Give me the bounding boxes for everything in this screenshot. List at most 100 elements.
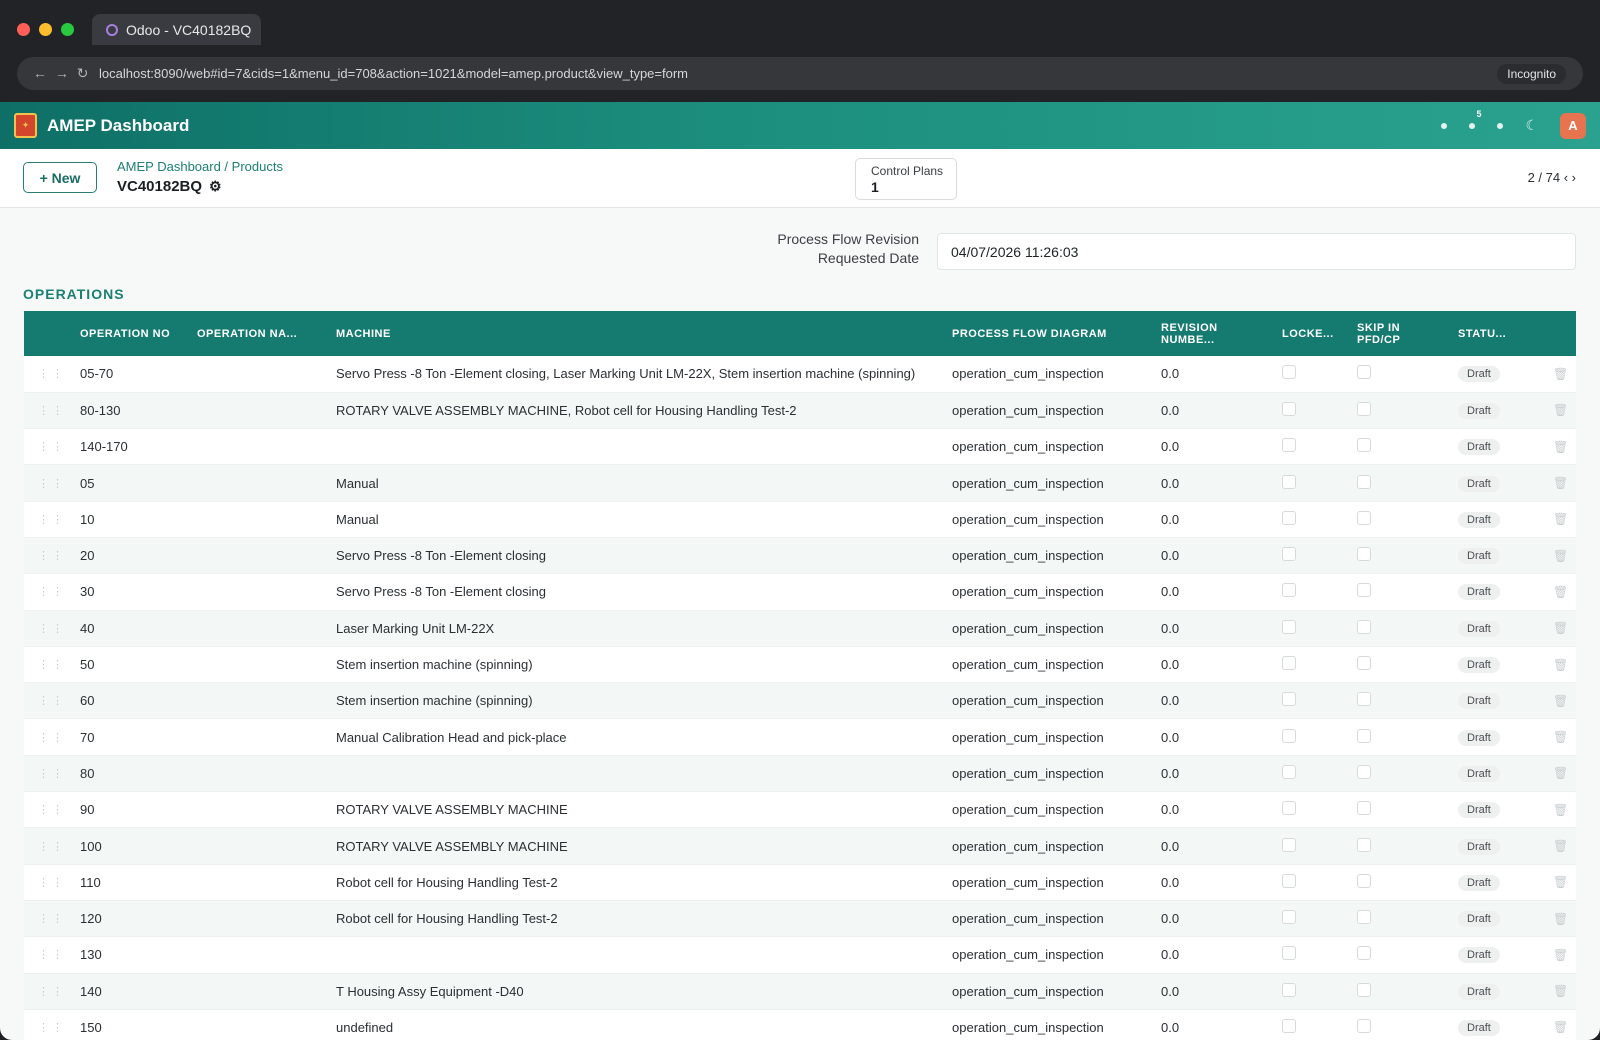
table-row[interactable]: ⋮⋮ 100 ROTARY VALVE ASSEMBLY MACHINE operat…: [24, 827, 1576, 865]
brand-title[interactable]: AMEP Dashboard: [47, 116, 189, 136]
drag-handle-icon[interactable]: ⋮⋮: [24, 573, 80, 611]
drag-handle-icon[interactable]: ⋮⋮: [24, 646, 80, 684]
header-locked[interactable]: LOCKE...: [1282, 311, 1357, 356]
drag-handle-icon[interactable]: ⋮⋮: [24, 755, 80, 793]
maximize-window-button[interactable]: [61, 23, 74, 36]
trash-icon[interactable]: 🗑: [1543, 973, 1576, 1010]
skip-checkbox[interactable]: [1357, 692, 1371, 707]
skip-checkbox[interactable]: [1357, 619, 1371, 634]
cell-machine[interactable]: Stem insertion machine (spinning): [336, 646, 952, 684]
header-machine[interactable]: MACHINE: [336, 311, 952, 356]
trash-icon[interactable]: 🗑: [1543, 646, 1576, 684]
drag-handle-icon[interactable]: ⋮⋮: [24, 900, 80, 938]
table-row[interactable]: ⋮⋮ 40 Laser Marking Unit LM-22X operation_c…: [24, 610, 1576, 647]
header-process-flow-diagram[interactable]: PROCESS FLOW DIAGRAM: [952, 311, 1161, 356]
locked-checkbox[interactable]: [1282, 873, 1296, 888]
cell-operation-name[interactable]: [197, 718, 336, 756]
trash-icon[interactable]: 🗑: [1543, 392, 1576, 430]
cell-process-flow-diagram[interactable]: operation_cum_inspection: [952, 573, 1161, 611]
cell-revision-number[interactable]: 0.0: [1161, 464, 1282, 502]
cell-revision-number[interactable]: 0.0: [1161, 973, 1282, 1010]
trash-icon[interactable]: 🗑: [1543, 573, 1576, 611]
locked-checkbox[interactable]: [1282, 583, 1296, 598]
locked-checkbox[interactable]: [1282, 801, 1296, 816]
cell-revision-number[interactable]: 0.0: [1161, 537, 1282, 575]
cell-operation-name[interactable]: [197, 573, 336, 611]
cell-operation-name[interactable]: [197, 537, 336, 575]
cell-operation-name[interactable]: [197, 392, 336, 430]
skip-checkbox[interactable]: [1357, 547, 1371, 562]
cell-machine[interactable]: Servo Press -8 Ton -Element closing, Las…: [336, 356, 952, 393]
table-row[interactable]: ⋮⋮ 140-170 operation_cum_inspection 0.0 Draf…: [24, 428, 1576, 466]
skip-checkbox[interactable]: [1357, 982, 1371, 997]
cell-operation-name[interactable]: [197, 900, 336, 938]
systray-dot-icon[interactable]: [1441, 122, 1448, 129]
locked-checkbox[interactable]: [1282, 946, 1296, 961]
cell-operation-no[interactable]: 130: [80, 936, 197, 974]
trash-icon[interactable]: 🗑: [1543, 718, 1576, 756]
trash-icon[interactable]: 🗑: [1543, 936, 1576, 974]
cell-operation-name[interactable]: [197, 610, 336, 647]
cell-revision-number[interactable]: 0.0: [1161, 900, 1282, 938]
skip-checkbox[interactable]: [1357, 474, 1371, 489]
skip-checkbox[interactable]: [1357, 728, 1371, 743]
header-revision-number[interactable]: REVISION NUMBE...: [1161, 311, 1282, 356]
cell-process-flow-diagram[interactable]: operation_cum_inspection: [952, 392, 1161, 430]
cell-operation-no[interactable]: 05: [80, 464, 197, 502]
locked-checkbox[interactable]: [1282, 401, 1296, 416]
control-plans-smart-button[interactable]: Control Plans 1: [855, 158, 957, 200]
cell-revision-number[interactable]: 0.0: [1161, 682, 1282, 720]
skip-checkbox[interactable]: [1357, 837, 1371, 852]
table-row[interactable]: ⋮⋮ 110 Robot cell for Housing Handling Tes…: [24, 864, 1576, 901]
cell-machine[interactable]: Manual: [336, 464, 952, 502]
cell-operation-name[interactable]: [197, 646, 336, 684]
table-row[interactable]: ⋮⋮ 140 T Housing Assy Equipment -D40 operat…: [24, 973, 1576, 1010]
cell-machine[interactable]: Manual: [336, 501, 952, 538]
locked-checkbox[interactable]: [1282, 510, 1296, 525]
drag-handle-icon[interactable]: ⋮⋮: [24, 864, 80, 901]
cell-machine[interactable]: ROTARY VALVE ASSEMBLY MACHINE: [336, 791, 952, 829]
skip-checkbox[interactable]: [1357, 401, 1371, 416]
cell-machine[interactable]: Robot cell for Housing Handling Test-2: [336, 864, 952, 901]
cell-operation-name[interactable]: [197, 864, 336, 901]
cell-revision-number[interactable]: 0.0: [1161, 646, 1282, 684]
cell-process-flow-diagram[interactable]: operation_cum_inspection: [952, 900, 1161, 938]
cell-process-flow-diagram[interactable]: operation_cum_inspection: [952, 537, 1161, 575]
drag-handle-icon[interactable]: ⋮⋮: [24, 610, 80, 647]
cell-process-flow-diagram[interactable]: operation_cum_inspection: [952, 755, 1161, 793]
cell-operation-no[interactable]: 70: [80, 718, 197, 756]
locked-checkbox[interactable]: [1282, 837, 1296, 852]
cell-process-flow-diagram[interactable]: operation_cum_inspection: [952, 1009, 1161, 1040]
cell-revision-number[interactable]: 0.0: [1161, 392, 1282, 430]
trash-icon[interactable]: 🗑: [1543, 1009, 1576, 1040]
cell-operation-name[interactable]: [197, 827, 336, 865]
trash-icon[interactable]: 🗑: [1543, 428, 1576, 466]
record-pager[interactable]: 2 / 74 ‹ ›: [1528, 170, 1576, 185]
cell-operation-name[interactable]: [197, 973, 336, 1010]
cell-revision-number[interactable]: 0.0: [1161, 791, 1282, 829]
cell-process-flow-diagram[interactable]: operation_cum_inspection: [952, 973, 1161, 1010]
cell-operation-no[interactable]: 140: [80, 973, 197, 1010]
cell-operation-no[interactable]: 110: [80, 864, 197, 901]
cell-revision-number[interactable]: 0.0: [1161, 428, 1282, 466]
cell-revision-number[interactable]: 0.0: [1161, 610, 1282, 647]
cell-operation-name[interactable]: [197, 464, 336, 502]
locked-checkbox[interactable]: [1282, 438, 1296, 453]
cell-operation-no[interactable]: 40: [80, 610, 197, 647]
skip-checkbox[interactable]: [1357, 873, 1371, 888]
drag-handle-icon[interactable]: ⋮⋮: [24, 827, 80, 865]
cell-operation-name[interactable]: [197, 1009, 336, 1040]
drag-handle-icon[interactable]: ⋮⋮: [24, 501, 80, 538]
breadcrumb[interactable]: AMEP Dashboard / Products: [117, 159, 283, 174]
cell-revision-number[interactable]: 0.0: [1161, 864, 1282, 901]
drag-handle-icon[interactable]: ⋮⋮: [24, 392, 80, 430]
cell-revision-number[interactable]: 0.0: [1161, 573, 1282, 611]
activity-icon[interactable]: [1497, 122, 1504, 129]
locked-checkbox[interactable]: [1282, 474, 1296, 489]
cell-operation-name[interactable]: [197, 755, 336, 793]
cell-operation-no[interactable]: 90: [80, 791, 197, 829]
skip-checkbox[interactable]: [1357, 365, 1371, 380]
cell-operation-no[interactable]: 60: [80, 682, 197, 720]
cell-operation-name[interactable]: [197, 356, 336, 393]
table-row[interactable]: ⋮⋮ 10 Manual operation_cum_inspection 0.0 Dra…: [24, 501, 1576, 538]
